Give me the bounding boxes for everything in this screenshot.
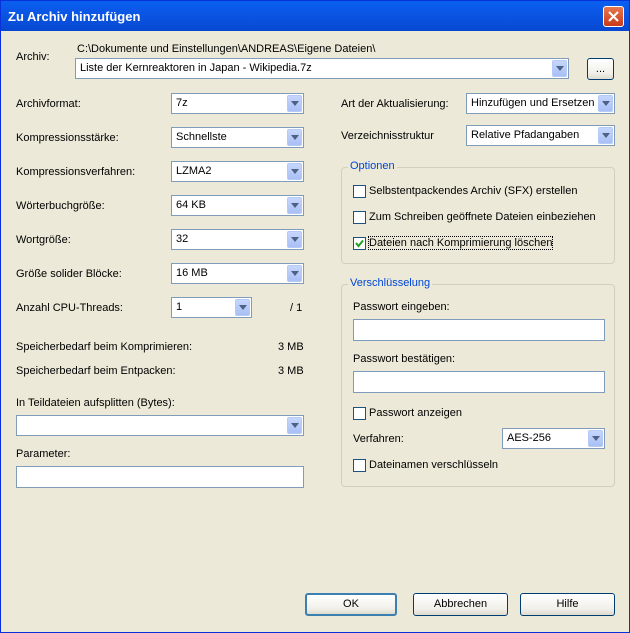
method-label: Kompressionsverfahren: <box>16 166 136 178</box>
dict-label: Wörterbuchgröße: <box>16 200 105 212</box>
open-files-checkbox[interactable] <box>353 211 366 224</box>
mem-decomp-value: 3 MB <box>278 365 304 377</box>
delete-after-checkbox[interactable] <box>353 237 366 250</box>
chevron-down-icon[interactable] <box>287 265 302 282</box>
password-confirm-label: Passwort bestätigen: <box>353 353 456 365</box>
word-label: Wortgröße: <box>16 234 71 246</box>
mem-comp-value: 3 MB <box>278 341 304 353</box>
chevron-down-icon[interactable] <box>235 299 250 316</box>
mem-decomp-label: Speicherbedarf beim Entpacken: <box>16 365 176 377</box>
method-value: LZMA2 <box>176 165 212 177</box>
enc-method-label: Verfahren: <box>353 433 404 445</box>
level-combo[interactable]: Schnellste <box>171 127 304 148</box>
password-label: Passwort eingeben: <box>353 301 450 313</box>
dict-value: 64 KB <box>176 199 206 211</box>
encryption-legend: Verschlüsselung <box>348 277 433 289</box>
chevron-down-icon[interactable] <box>598 127 613 144</box>
cancel-button[interactable]: Abbrechen <box>413 593 508 616</box>
path-mode-combo[interactable]: Relative Pfadangaben <box>466 125 615 146</box>
word-value: 32 <box>176 233 189 245</box>
browse-button[interactable]: ... <box>587 58 614 80</box>
title-bar[interactable]: Zu Archiv hinzufügen <box>1 1 629 31</box>
update-combo[interactable]: Hinzufügen und Ersetzen <box>466 93 615 114</box>
threads-combo[interactable]: 1 <box>171 297 252 318</box>
enc-method-value: AES-256 <box>507 432 552 444</box>
split-combo[interactable] <box>16 415 304 436</box>
dict-combo[interactable]: 64 KB <box>171 195 304 216</box>
help-button[interactable]: Hilfe <box>520 593 615 616</box>
chevron-down-icon[interactable] <box>287 129 302 146</box>
chevron-down-icon[interactable] <box>287 197 302 214</box>
options-group: Optionen Selbstentpackendes Archiv (SFX)… <box>341 160 615 264</box>
encrypt-names-label[interactable]: Dateinamen verschlüsseln <box>369 459 498 471</box>
chevron-down-icon[interactable] <box>598 95 613 112</box>
chevron-down-icon[interactable] <box>287 417 302 434</box>
format-label: Archivformat: <box>16 98 81 110</box>
archive-label: Archiv: <box>16 51 50 63</box>
format-value: 7z <box>176 97 188 109</box>
enc-method-combo[interactable]: AES-256 <box>502 428 605 449</box>
mem-comp-label: Speicherbedarf beim Komprimieren: <box>16 341 193 353</box>
sfx-checkbox[interactable] <box>353 185 366 198</box>
word-combo[interactable]: 32 <box>171 229 304 250</box>
options-legend: Optionen <box>348 160 397 172</box>
method-combo[interactable]: LZMA2 <box>171 161 304 182</box>
archive-name-value: Liste der Kernreaktoren in Japan - Wikip… <box>80 62 312 74</box>
threads-value: 1 <box>176 301 183 313</box>
show-password-label[interactable]: Passwort anzeigen <box>369 407 462 419</box>
level-value: Schnellste <box>176 131 227 143</box>
open-files-label[interactable]: Zum Schreiben geöffnete Dateien einbezie… <box>369 211 596 223</box>
ok-button[interactable]: OK <box>305 593 397 616</box>
params-label: Parameter: <box>16 448 71 460</box>
chevron-down-icon[interactable] <box>287 231 302 248</box>
level-label: Kompressionsstärke: <box>16 132 119 144</box>
update-value: Hinzufügen und Ersetzen <box>471 97 595 109</box>
solid-label: Größe solider Blöcke: <box>16 268 122 280</box>
close-icon <box>608 11 619 22</box>
update-label: Art der Aktualisierung: <box>341 98 449 110</box>
chevron-down-icon[interactable] <box>552 60 567 77</box>
close-button[interactable] <box>603 6 624 27</box>
password-confirm-input[interactable] <box>353 371 605 393</box>
split-label: In Teildateien aufsplitten (Bytes): <box>16 397 175 409</box>
password-input[interactable] <box>353 319 605 341</box>
solid-combo[interactable]: 16 MB <box>171 263 304 284</box>
delete-after-label[interactable]: Dateien nach Komprimierung löschen <box>367 236 554 250</box>
chevron-down-icon[interactable] <box>588 430 603 447</box>
sfx-label[interactable]: Selbstentpackendes Archiv (SFX) erstelle… <box>369 185 578 197</box>
encryption-group: Verschlüsselung Passwort eingeben: Passw… <box>341 277 615 487</box>
threads-label: Anzahl CPU-Threads: <box>16 302 123 314</box>
encrypt-names-checkbox[interactable] <box>353 459 366 472</box>
path-mode-label: Verzeichnisstruktur <box>341 130 434 142</box>
show-password-checkbox[interactable] <box>353 407 366 420</box>
checkmark-icon <box>355 239 364 248</box>
params-input[interactable] <box>16 466 304 488</box>
solid-value: 16 MB <box>176 267 208 279</box>
archive-name-combo[interactable]: Liste der Kernreaktoren in Japan - Wikip… <box>75 58 569 79</box>
window-title: Zu Archiv hinzufügen <box>8 9 141 24</box>
chevron-down-icon[interactable] <box>287 163 302 180</box>
path-mode-value: Relative Pfadangaben <box>471 129 580 141</box>
archive-path: C:\Dokumente und Einstellungen\ANDREAS\E… <box>77 43 376 55</box>
chevron-down-icon[interactable] <box>287 95 302 112</box>
threads-max: / 1 <box>290 302 303 314</box>
format-combo[interactable]: 7z <box>171 93 304 114</box>
dialog-window: Zu Archiv hinzufügen Archiv: C:\Dokument… <box>0 0 630 633</box>
